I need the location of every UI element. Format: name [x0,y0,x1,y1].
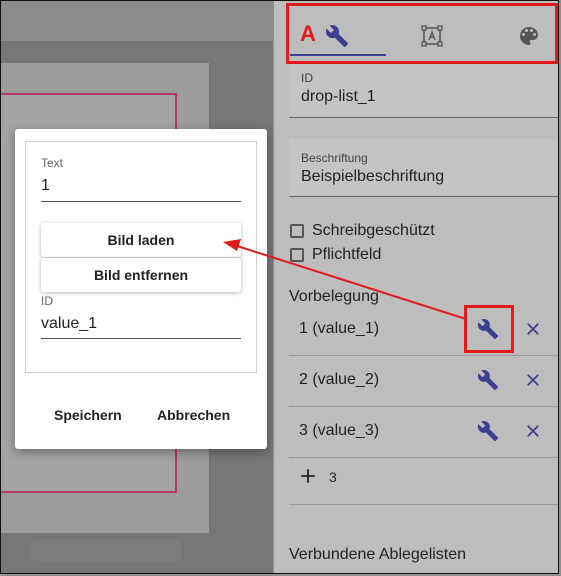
annotation-arrow [223,239,467,320]
screenshot-frame: ID drop-list_1 Beschriftung Beispielbesc… [0,0,559,574]
